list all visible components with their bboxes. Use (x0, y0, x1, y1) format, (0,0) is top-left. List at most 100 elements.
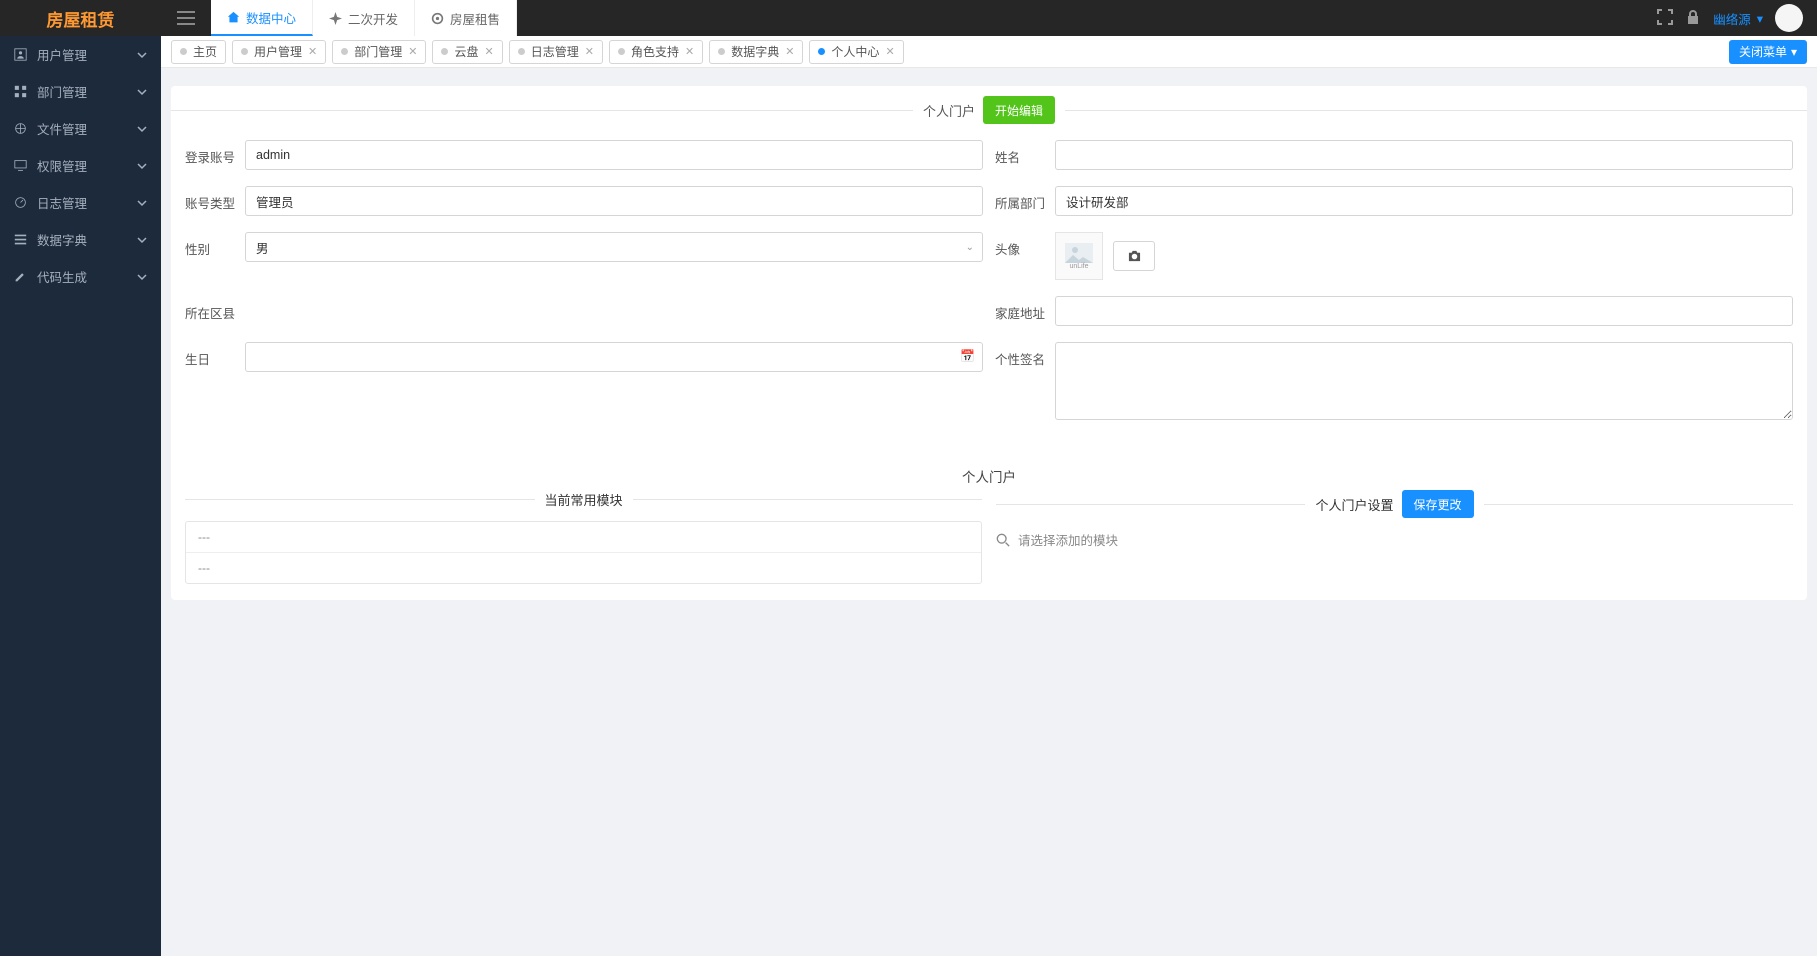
tab-user-mgmt[interactable]: 用户管理✕ (232, 40, 326, 64)
signature-label: 个性签名 (995, 342, 1055, 368)
sidebar-item-codegen[interactable]: 代码生成 (0, 258, 161, 295)
globe-icon (14, 122, 27, 135)
home-addr-input[interactable] (1055, 296, 1793, 326)
avatar[interactable] (1775, 4, 1803, 32)
image-placeholder-icon (1065, 243, 1093, 263)
tab-label: 主页 (193, 43, 217, 60)
login-input[interactable] (245, 140, 983, 170)
calendar-icon[interactable]: 📅 (960, 349, 975, 363)
start-edit-button[interactable]: 开始编辑 (983, 96, 1055, 124)
acct-type-input[interactable] (245, 186, 983, 216)
signature-input[interactable] (1055, 342, 1793, 420)
topnav-item-dev[interactable]: 二次开发 (313, 0, 415, 36)
fullscreen-icon[interactable] (1657, 9, 1673, 28)
hamburger-icon (177, 11, 195, 25)
birthday-label: 生日 (185, 342, 245, 368)
tab-data-dict[interactable]: 数据字典 ✕ (709, 40, 803, 64)
user-name: 幽络源 (1713, 9, 1751, 28)
sparkle-icon (329, 12, 342, 25)
birthday-input[interactable] (245, 342, 983, 372)
close-icon[interactable]: ✕ (785, 45, 794, 58)
chevron-down-icon (137, 235, 147, 245)
sidebar-label: 数据字典 (37, 230, 87, 249)
chevron-down-icon (137, 198, 147, 208)
profile-card: 个人门户 开始编辑 登录账号 姓名 账号类型 (171, 86, 1807, 600)
close-icon[interactable]: ✕ (485, 45, 494, 58)
lock-icon[interactable] (1685, 9, 1701, 28)
sidebar-item-perm-mgmt[interactable]: 权限管理 (0, 147, 161, 184)
user-menu[interactable]: 幽络源 ▾ (1713, 9, 1763, 28)
module-item[interactable]: --- (186, 553, 981, 583)
avatar-preview: unLife (1055, 232, 1103, 280)
users-icon (14, 48, 27, 61)
search-icon (996, 533, 1010, 547)
tab-label: 部门管理 (354, 43, 402, 60)
list-icon (14, 233, 27, 246)
close-icon[interactable]: ✕ (885, 45, 894, 58)
upload-avatar-button[interactable] (1113, 241, 1155, 271)
tab-label: 日志管理 (531, 43, 579, 60)
sidebar-item-file-mgmt[interactable]: 文件管理 (0, 110, 161, 147)
sidebar-label: 日志管理 (37, 193, 87, 212)
sidebar-toggle-button[interactable] (161, 0, 211, 36)
sidebar: 用户管理 部门管理 文件管理 权限管理 日志管理 数据字典 (0, 36, 161, 956)
close-icon[interactable]: ✕ (308, 45, 317, 58)
home-addr-label: 家庭地址 (995, 296, 1055, 322)
section-title: 个人门户 (923, 101, 975, 120)
login-label: 登录账号 (185, 140, 245, 166)
app-logo: 房屋租赁 (0, 0, 161, 36)
module-list: --- --- (185, 521, 982, 584)
gender-label: 性别 (185, 232, 245, 258)
gender-select[interactable]: 男⌄ (245, 232, 983, 262)
portal-settings-title: 个人门户设置 (1315, 495, 1393, 514)
close-icon[interactable]: ✕ (408, 45, 417, 58)
grid-icon (14, 85, 27, 98)
dashboard-icon (14, 196, 27, 209)
chevron-down-icon (137, 124, 147, 134)
close-icon[interactable]: ✕ (585, 45, 594, 58)
topnav-item-datacenter[interactable]: 数据中心 (211, 0, 313, 36)
close-menu-button[interactable]: 关闭菜单 ▾ (1729, 40, 1807, 64)
camera-icon (1127, 250, 1142, 263)
close-icon[interactable]: ✕ (685, 45, 694, 58)
dept-input[interactable] (1055, 186, 1793, 216)
pencil-icon (14, 270, 27, 283)
chevron-down-icon (137, 272, 147, 282)
sidebar-label: 权限管理 (37, 156, 87, 175)
sidebar-label: 文件管理 (37, 119, 87, 138)
sidebar-item-data-dict[interactable]: 数据字典 (0, 221, 161, 258)
tab-label: 个人中心 (831, 43, 879, 60)
dept-label: 所属部门 (995, 186, 1055, 212)
module-item[interactable]: --- (186, 522, 981, 553)
name-label: 姓名 (995, 140, 1055, 166)
monitor-icon (14, 159, 27, 172)
chevron-down-icon (137, 87, 147, 97)
chevron-down-icon: ▾ (1791, 45, 1797, 59)
name-input[interactable] (1055, 140, 1793, 170)
search-placeholder: 请选择添加的模块 (1018, 530, 1118, 549)
save-changes-button[interactable]: 保存更改 (1402, 490, 1474, 518)
topnav-item-housing[interactable]: 房屋租售 (415, 0, 517, 36)
current-modules-title: 当前常用模块 (545, 490, 623, 509)
tab-role[interactable]: 角色支持✕ (609, 40, 703, 64)
top-nav: 数据中心 二次开发 房屋租售 (211, 0, 517, 36)
chevron-down-icon: ▾ (1757, 11, 1763, 26)
sidebar-item-dept-mgmt[interactable]: 部门管理 (0, 73, 161, 110)
topnav-label: 房屋租售 (450, 9, 500, 28)
tab-log-mgmt[interactable]: 日志管理 ✕ (509, 40, 603, 64)
sidebar-label: 部门管理 (37, 82, 87, 101)
tab-dept-mgmt[interactable]: 部门管理 ✕ (332, 40, 426, 64)
tab-cloud[interactable]: 云盘✕ (432, 40, 502, 64)
tab-profile[interactable]: 个人中心 ✕ (809, 40, 903, 64)
tab-home[interactable]: 主页 (171, 40, 226, 64)
sidebar-label: 代码生成 (37, 267, 87, 286)
module-search[interactable]: 请选择添加的模块 (996, 530, 1793, 549)
topnav-label: 数据中心 (246, 8, 296, 27)
sidebar-item-log-mgmt[interactable]: 日志管理 (0, 184, 161, 221)
tab-label: 数据字典 (731, 43, 779, 60)
home-icon (227, 11, 240, 24)
sidebar-item-user-mgmt[interactable]: 用户管理 (0, 36, 161, 73)
chevron-down-icon: ⌄ (966, 242, 974, 253)
subsection-title: 个人门户 (171, 454, 1807, 490)
tab-bar: 主页 用户管理✕ 部门管理 ✕ 云盘✕ 日志管理 ✕ 角色支持✕ 数据字典 ✕ 个人中… (161, 36, 1817, 68)
